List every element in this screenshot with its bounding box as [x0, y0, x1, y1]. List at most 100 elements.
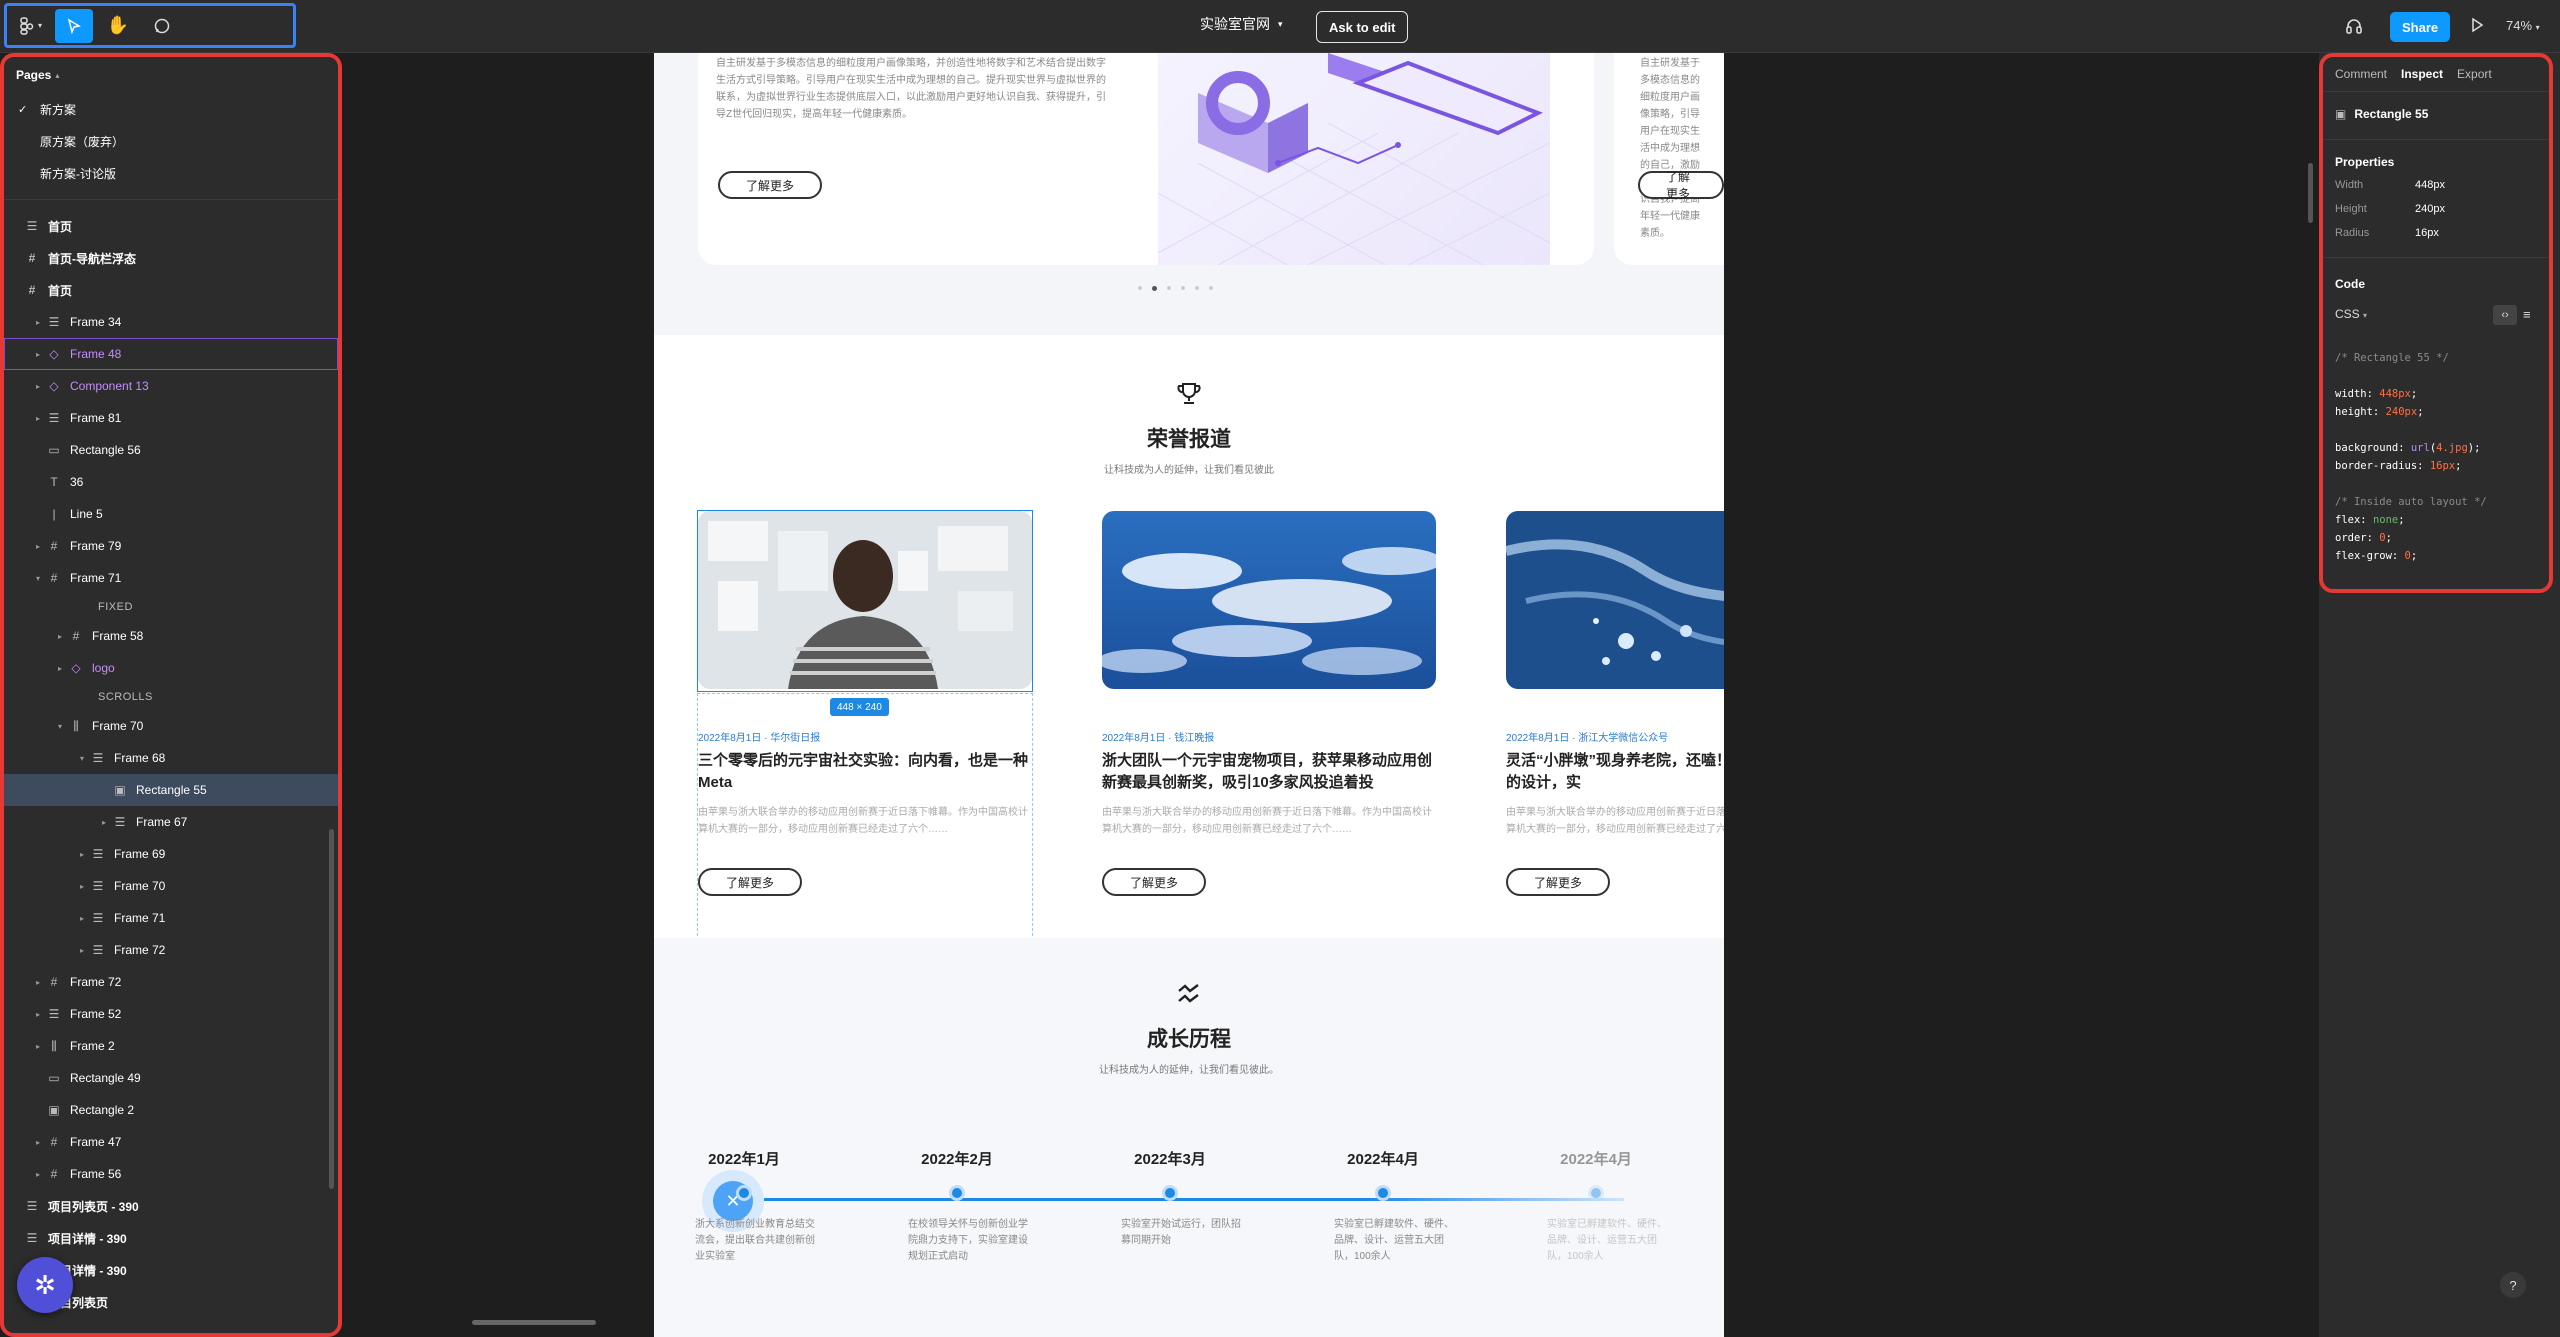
- carousel-dot[interactable]: [1138, 286, 1142, 290]
- layer-row[interactable]: ▸ ☰ Frame 52: [4, 998, 338, 1030]
- file-title[interactable]: 实验室官网 ▾: [1200, 14, 1283, 34]
- layer-row[interactable]: ▣ Rectangle 55: [4, 774, 338, 806]
- layer-row[interactable]: | Line 5: [4, 498, 338, 530]
- prop-value[interactable]: 16px: [2415, 227, 2439, 239]
- layer-row[interactable]: ▸ ☰ Frame 71: [4, 902, 338, 934]
- ask-to-edit-button[interactable]: Ask to edit: [1316, 11, 1409, 43]
- layer-row[interactable]: ▾ # Frame 71: [4, 562, 338, 594]
- learn-more-button-next[interactable]: 了解更多: [1638, 170, 1724, 201]
- layer-row[interactable]: ▸ # Frame 79: [4, 530, 338, 562]
- canvas-vertical-scrollbar[interactable]: [2308, 163, 2313, 223]
- news-image-person-at-desk[interactable]: [698, 511, 1032, 689]
- news-image-water-splash[interactable]: [1506, 511, 1724, 689]
- caret-right-icon[interactable]: ▸: [32, 1042, 44, 1051]
- layer-row[interactable]: ▭ Rectangle 49: [4, 1062, 338, 1094]
- code-language-select[interactable]: CSS ▾: [2335, 307, 2367, 321]
- layer-row[interactable]: ☰ 项目详情 - 390: [4, 1222, 338, 1254]
- prop-value[interactable]: 448px: [2415, 179, 2445, 191]
- layer-row[interactable]: # 首页: [4, 274, 338, 306]
- layer-row[interactable]: ▸ # Frame 58: [4, 620, 338, 652]
- caret-right-icon[interactable]: ▸: [32, 382, 44, 391]
- carousel-dot[interactable]: [1209, 286, 1213, 290]
- caret-right-icon[interactable]: ▸: [32, 978, 44, 987]
- pages-header[interactable]: Pages ▴: [4, 57, 338, 93]
- carousel-dot[interactable]: [1195, 286, 1199, 290]
- page-item[interactable]: ✓ 新方案: [4, 93, 338, 125]
- caret-right-icon[interactable]: ▸: [32, 1010, 44, 1019]
- code-view-icon[interactable]: ‹›: [2493, 305, 2517, 325]
- layer-row[interactable]: ▸ # Frame 47: [4, 1126, 338, 1158]
- carousel-dot[interactable]: [1167, 286, 1171, 290]
- layer-row[interactable]: ▸ ☰ Frame 70: [4, 870, 338, 902]
- caret-down-icon[interactable]: ▾: [32, 574, 44, 583]
- layers-scrollbar[interactable]: [329, 829, 334, 1189]
- page-item[interactable]: 新方案-讨论版: [4, 157, 338, 189]
- tab-export[interactable]: Export: [2457, 67, 2492, 81]
- layer-row[interactable]: ▸ ◇ logo: [4, 652, 338, 684]
- news-title[interactable]: 灵活“小胖墩”现身养老院，还嗑！浙大“00后”团队的设计，实: [1506, 750, 1724, 794]
- caret-right-icon[interactable]: ▸: [76, 914, 88, 923]
- layer-row[interactable]: ☰ 项目列表页 - 390: [4, 1190, 338, 1222]
- layer-row[interactable]: ▸ # Frame 72: [4, 966, 338, 998]
- caret-right-icon[interactable]: ▸: [32, 1138, 44, 1147]
- layer-row[interactable]: ▸ ☰ Frame 34: [4, 306, 338, 338]
- caret-right-icon[interactable]: ▸: [32, 542, 44, 551]
- news-title[interactable]: 三个零零后的元宇宙社交实验：向内看，也是一种Meta: [698, 750, 1032, 794]
- caret-right-icon[interactable]: ▸: [32, 1170, 44, 1179]
- zoom-level[interactable]: 74% ▾: [2506, 18, 2540, 33]
- headphones-icon[interactable]: [2344, 16, 2364, 41]
- layer-row[interactable]: ▸ ◇ Component 13: [4, 370, 338, 402]
- caret-right-icon[interactable]: ▸: [98, 818, 110, 827]
- news-learn-more-button[interactable]: 了解更多: [1506, 868, 1611, 896]
- canvas[interactable]: 自主研发基于多模态信息的细粒度用户画像策略，并创造性地将数字和艺术结合提出数字生…: [342, 53, 2319, 1337]
- tab-inspect[interactable]: Inspect: [2401, 67, 2443, 81]
- tab-comment[interactable]: Comment: [2335, 67, 2387, 81]
- comment-tool-button[interactable]: [143, 9, 181, 43]
- main-menu-button[interactable]: ▾: [11, 9, 49, 43]
- news-learn-more-button[interactable]: 了解更多: [1102, 868, 1207, 896]
- share-button[interactable]: Share: [2390, 12, 2451, 42]
- caret-right-icon[interactable]: ▸: [32, 414, 44, 423]
- hand-tool-button[interactable]: ✋: [99, 9, 137, 43]
- news-title[interactable]: 浙大团队一个元宇宙宠物项目，获苹果移动应用创新赛最具创新奖，吸引10多家风投追着…: [1102, 750, 1436, 794]
- caret-right-icon[interactable]: ▸: [54, 632, 66, 641]
- layer-row[interactable]: ▾ ☰ Frame 68: [4, 742, 338, 774]
- layer-row[interactable]: ☰ 首页: [4, 210, 338, 242]
- caret-right-icon[interactable]: ▸: [32, 318, 44, 327]
- carousel-dot[interactable]: [1181, 286, 1185, 290]
- caret-right-icon[interactable]: ▸: [76, 850, 88, 859]
- caret-down-icon[interactable]: ▾: [54, 722, 66, 731]
- layer-row[interactable]: ▾ ⫼ Frame 70: [4, 710, 338, 742]
- caret-right-icon[interactable]: ▸: [32, 350, 44, 359]
- news-image-sea-of-clouds[interactable]: [1102, 511, 1436, 689]
- prop-value[interactable]: 240px: [2415, 203, 2445, 215]
- caret-right-icon[interactable]: ▸: [54, 664, 66, 673]
- layer-row[interactable]: ▸ ☰ Frame 67: [4, 806, 338, 838]
- design-frame[interactable]: 自主研发基于多模态信息的细粒度用户画像策略，并创造性地将数字和艺术结合提出数字生…: [654, 53, 1724, 1337]
- canvas-horizontal-scrollbar[interactable]: [472, 1320, 596, 1325]
- page-item[interactable]: 原方案（废弃）: [4, 125, 338, 157]
- layer-row[interactable]: T 36: [4, 466, 338, 498]
- layer-row[interactable]: # 首页-导航栏浮态: [4, 242, 338, 274]
- layer-row[interactable]: ▭ Rectangle 56: [4, 434, 338, 466]
- move-tool-button[interactable]: [55, 8, 93, 43]
- layer-row[interactable]: ▸ ◇ Frame 48: [4, 338, 338, 370]
- caret-right-icon[interactable]: ▸: [76, 882, 88, 891]
- layer-row[interactable]: ▸ ⫼ Frame 2: [4, 1030, 338, 1062]
- css-code-block[interactable]: /* Rectangle 55 */ width: 448px; height:…: [2335, 349, 2545, 565]
- caret-down-icon[interactable]: ▾: [76, 754, 88, 763]
- present-play-icon[interactable]: [2468, 16, 2486, 39]
- carousel-dot-active[interactable]: [1152, 286, 1157, 291]
- help-button[interactable]: ?: [2500, 1272, 2526, 1298]
- list-view-icon[interactable]: ≡: [2523, 307, 2531, 322]
- carousel-dots[interactable]: [1138, 286, 1213, 291]
- layer-row[interactable]: ▸ ☰ Frame 81: [4, 402, 338, 434]
- plugin-launcher-button[interactable]: ✲: [17, 1257, 73, 1313]
- layer-row[interactable]: ▸ ☰ Frame 69: [4, 838, 338, 870]
- layer-row[interactable]: ▸ # Frame 56: [4, 1158, 338, 1190]
- caret-right-icon[interactable]: ▸: [76, 946, 88, 955]
- layer-row[interactable]: ▣ Rectangle 2: [4, 1094, 338, 1126]
- layer-row[interactable]: ▸ ☰ Frame 72: [4, 934, 338, 966]
- learn-more-button[interactable]: 了解更多: [718, 171, 823, 199]
- news-learn-more-button[interactable]: 了解更多: [698, 868, 803, 896]
